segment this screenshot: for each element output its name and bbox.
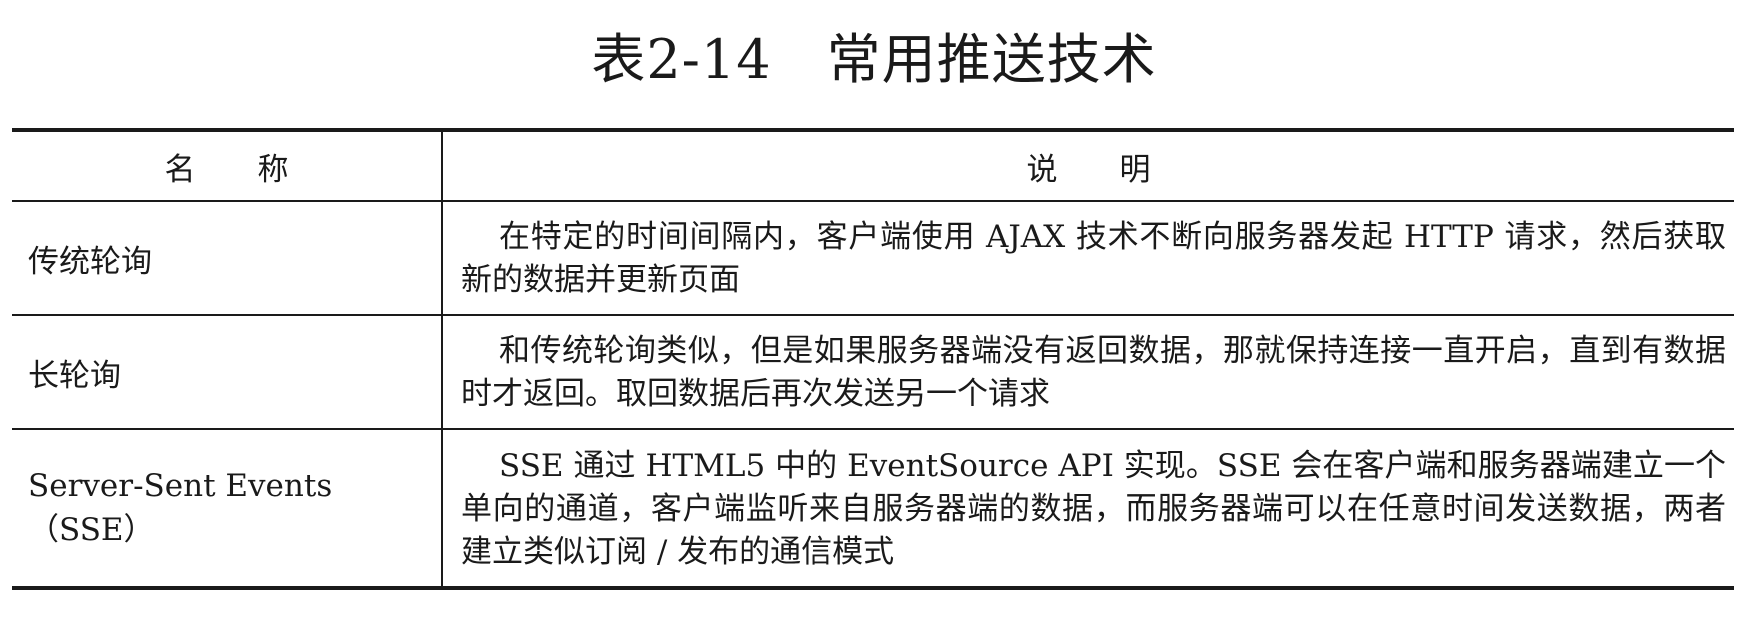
row-description: 在特定的时间间隔内，客户端使用 AJAX 技术不断向服务器发起 HTTP 请求，…	[441, 201, 1734, 316]
table-title: 表2-14 常用推送技术	[591, 28, 1157, 91]
push-tech-table: 名 称 说 明 传统轮询 在特定的时间间隔内，客户端使用 AJAX 技术不断向服…	[12, 128, 1734, 590]
row-description: 和传统轮询类似，但是如果服务器端没有返回数据，那就保持连接一直开启，直到有数据时…	[441, 315, 1734, 430]
row-name: 传统轮询	[12, 201, 442, 316]
column-header-name: 名 称	[12, 130, 442, 202]
column-header-description: 说 明	[441, 130, 1734, 202]
table-row: 传统轮询 在特定的时间间隔内，客户端使用 AJAX 技术不断向服务器发起 HTT…	[12, 201, 1734, 316]
row-name: Server-Sent Events（SSE）	[28, 467, 333, 548]
page: 表2-14 常用推送技术 名 称 说 明 传统轮询 在特定的时间间隔内，客户端使…	[0, 0, 1748, 628]
table-row: 长轮询 和传统轮询类似，但是如果服务器端没有返回数据，那就保持连接一直开启，直到…	[12, 315, 1734, 430]
row-name: 长轮询	[12, 315, 442, 430]
row-description: SSE 通过 HTML5 中的 EventSource API 实现。SSE 会…	[441, 429, 1734, 588]
header-row: 名 称 说 明	[12, 130, 1734, 202]
table-row: Server-Sent Events（SSE） SSE 通过 HTML5 中的 …	[12, 429, 1734, 588]
